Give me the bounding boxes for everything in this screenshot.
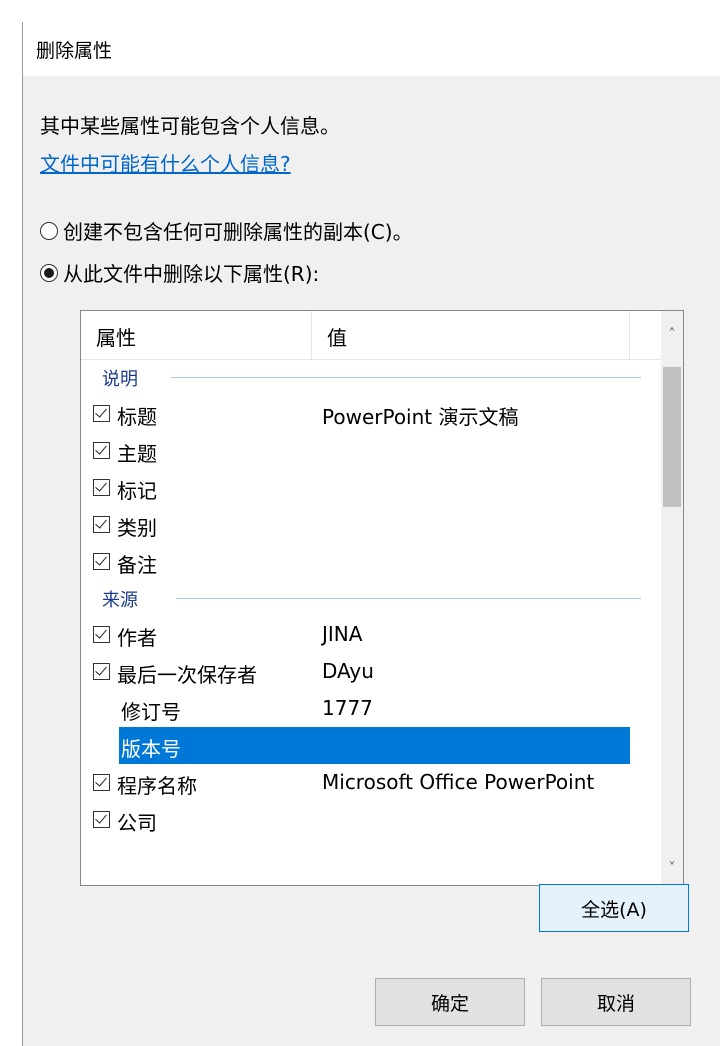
properties-list[interactable]: 属性 值 说明 标题 PowerPoint 演示文稿 主题 标记 类别 备注 来… — [80, 310, 684, 886]
property-value: JINA — [322, 622, 363, 646]
property-name: 公司 — [117, 811, 157, 835]
property-name: 修订号 — [121, 700, 181, 724]
checkbox-checked-icon[interactable] — [93, 626, 110, 643]
property-row-last-saved-by[interactable]: 最后一次保存者 DAyu — [81, 653, 663, 690]
group-label: 来源 — [102, 590, 138, 611]
property-value: PowerPoint 演示文稿 — [322, 405, 519, 429]
create-copy-label: 创建不包含任何可删除属性的副本(C)。 — [63, 220, 413, 244]
personal-info-help-link[interactable]: 文件中可能有什么个人信息? — [40, 148, 291, 177]
checkbox-checked-icon[interactable] — [93, 479, 110, 496]
property-value: Microsoft Office PowerPoint — [322, 770, 595, 794]
ok-button[interactable]: 确定 — [375, 978, 525, 1026]
remove-properties-radio[interactable]: 从此文件中删除以下属性(R): — [40, 258, 319, 287]
scroll-up-arrow-icon[interactable]: ˄ — [661, 323, 683, 345]
property-name: 作者 — [117, 626, 157, 650]
property-name: 标题 — [117, 405, 157, 429]
group-header-description: 说明 — [81, 359, 663, 395]
checkbox-checked-icon[interactable] — [93, 774, 110, 791]
property-row-subject[interactable]: 主题 — [81, 432, 663, 469]
dialog-title: 删除属性 — [36, 40, 113, 62]
property-row-category[interactable]: 类别 — [81, 506, 663, 543]
property-value: 1777 — [322, 696, 373, 720]
vertical-scrollbar[interactable]: ˄ ˅ — [661, 311, 683, 885]
property-row-author[interactable]: 作者 JINA — [81, 616, 663, 653]
title-bar: 删除属性 — [23, 22, 720, 76]
remove-properties-dialog: 删除属性 其中某些属性可能包含个人信息。 文件中可能有什么个人信息? 创建不包含… — [22, 22, 720, 1046]
property-row-program-name[interactable]: 程序名称 Microsoft Office PowerPoint — [81, 764, 663, 801]
property-row-company[interactable]: 公司 — [81, 801, 663, 838]
scroll-down-arrow-icon[interactable]: ˅ — [661, 857, 683, 879]
property-row-revision-number[interactable]: 修订号 1777 — [81, 690, 663, 727]
column-headers: 属性 值 — [81, 311, 661, 360]
radio-button-selected-icon[interactable] — [40, 263, 58, 282]
column-separator[interactable] — [629, 311, 630, 359]
property-name: 最后一次保存者 — [117, 663, 257, 687]
property-row-comments[interactable]: 备注 — [81, 543, 663, 580]
checkbox-checked-icon[interactable] — [93, 811, 110, 828]
property-name: 版本号 — [121, 737, 181, 761]
cancel-button[interactable]: 取消 — [541, 978, 691, 1026]
group-header-origin: 来源 — [81, 580, 663, 616]
property-name: 标记 — [117, 479, 157, 503]
property-row-tags[interactable]: 标记 — [81, 469, 663, 506]
group-divider — [171, 377, 641, 378]
group-divider — [176, 598, 641, 599]
checkbox-checked-icon[interactable] — [93, 405, 110, 422]
scroll-thumb[interactable] — [663, 367, 681, 507]
property-name: 备注 — [117, 553, 157, 577]
selection-highlight — [119, 727, 630, 764]
property-name: 类别 — [117, 516, 157, 540]
property-row-version-number[interactable]: 版本号 — [81, 727, 663, 764]
column-header-value[interactable]: 值 — [327, 322, 347, 351]
property-name: 主题 — [117, 442, 157, 466]
property-rows: 说明 标题 PowerPoint 演示文稿 主题 标记 类别 备注 来源 作者 … — [81, 359, 663, 838]
checkbox-checked-icon[interactable] — [93, 442, 110, 459]
column-separator[interactable] — [311, 311, 312, 359]
checkbox-checked-icon[interactable] — [93, 663, 110, 680]
select-all-button[interactable]: 全选(A) — [539, 884, 689, 932]
checkbox-checked-icon[interactable] — [93, 516, 110, 533]
property-value: DAyu — [322, 659, 374, 683]
column-header-property[interactable]: 属性 — [96, 322, 136, 351]
info-text: 其中某些属性可能包含个人信息。 — [40, 114, 340, 138]
radio-button-icon[interactable] — [40, 221, 58, 240]
create-copy-radio[interactable]: 创建不包含任何可删除属性的副本(C)。 — [40, 216, 413, 245]
checkbox-checked-icon[interactable] — [93, 553, 110, 570]
property-name: 程序名称 — [117, 774, 197, 798]
property-row-title[interactable]: 标题 PowerPoint 演示文稿 — [81, 395, 663, 432]
group-label: 说明 — [102, 369, 138, 390]
remove-properties-label: 从此文件中删除以下属性(R): — [63, 262, 320, 286]
